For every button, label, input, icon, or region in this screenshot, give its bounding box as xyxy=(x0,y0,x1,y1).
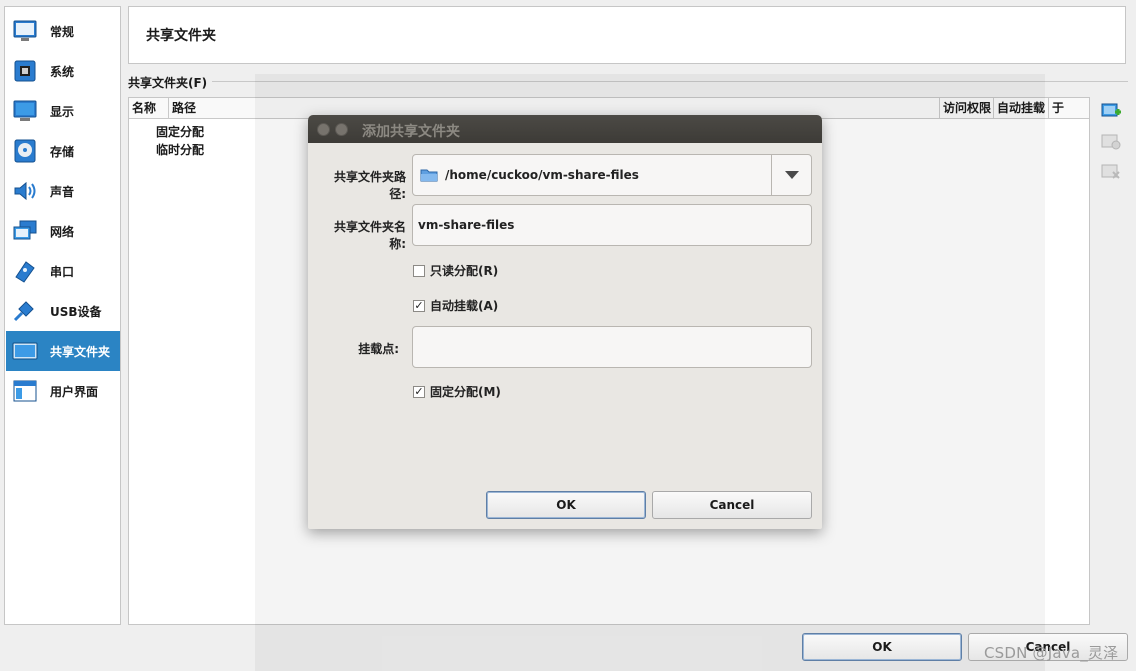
automount-checkbox-box[interactable]: ✓ xyxy=(413,299,425,312)
sidebar-item-label: 常规 xyxy=(50,24,75,39)
permanent-label: 固定分配(M) xyxy=(430,385,501,399)
sidebar-item-label: 存储 xyxy=(50,144,75,159)
page-title: 共享文件夹 xyxy=(146,28,216,44)
close-window-button[interactable] xyxy=(317,123,330,136)
sidebar-item-label: 用户界面 xyxy=(50,384,99,399)
path-label: 共享文件夹路径: xyxy=(333,170,406,201)
dialog-cancel-button[interactable]: Cancel xyxy=(652,491,812,519)
sidebar-item-label: 共享文件夹 xyxy=(50,344,111,359)
dialog-title: 添加共享文件夹 xyxy=(362,124,460,140)
dialog-ok-button[interactable]: OK xyxy=(486,491,646,519)
folder-name-input[interactable]: vm-share-files xyxy=(412,204,812,246)
sidebar-item-network[interactable]: 网络 xyxy=(6,211,120,251)
readonly-label: 只读分配(R) xyxy=(430,264,499,278)
permanent-checkbox-box[interactable]: ✓ xyxy=(413,385,425,398)
sidebar-item-user-interface[interactable]: 用户界面 xyxy=(6,371,120,411)
folder-name-value: vm-share-files xyxy=(418,218,515,232)
sidebar-item-label: 声音 xyxy=(50,184,75,199)
edit-folder-icon[interactable] xyxy=(1100,131,1122,153)
add-shared-folder-dialog: 添加共享文件夹 共享文件夹路径: /home/cuckoo/vm-share-f… xyxy=(308,115,822,529)
sidebar-item-display[interactable]: 显示 xyxy=(6,91,120,131)
network-icon xyxy=(13,220,37,240)
sidebar-item-label: 显示 xyxy=(50,104,75,119)
name-label: 共享文件夹名称: xyxy=(333,220,406,251)
sidebar-item-serial-port[interactable]: 串口 xyxy=(6,251,120,291)
usb-icon xyxy=(13,301,34,322)
add-folder-icon[interactable] xyxy=(1100,100,1122,122)
sidebar-item-label: 系统 xyxy=(50,64,75,79)
sidebar-item-audio[interactable]: 声音 xyxy=(6,171,120,211)
folder-path-combo[interactable]: /home/cuckoo/vm-share-files xyxy=(412,154,812,196)
folder-icon xyxy=(420,169,438,182)
sidebar-item-usb[interactable]: USB设备 xyxy=(6,291,120,331)
sidebar-item-general[interactable]: 常规 xyxy=(6,11,120,51)
watermark: CSDN @Java_灵泽 xyxy=(984,644,1119,662)
tree-item-permanent[interactable]: 固定分配 xyxy=(156,123,204,140)
readonly-checkbox[interactable]: 只读分配(R) xyxy=(413,262,498,279)
minimize-window-button[interactable] xyxy=(335,123,348,136)
chevron-down-icon xyxy=(784,171,799,179)
shared-folders-icon xyxy=(12,342,38,360)
mountpoint-label: 挂载点: xyxy=(358,342,399,356)
display-icon xyxy=(13,100,37,121)
sidebar-item-label: 串口 xyxy=(50,264,75,279)
tree-item-transient[interactable]: 临时分配 xyxy=(156,141,204,158)
shared-folders-group-label: 共享文件夹(F) xyxy=(128,76,208,90)
ok-button[interactable]: OK xyxy=(802,633,962,661)
audio-icon xyxy=(14,181,36,201)
page-header: 共享文件夹 xyxy=(128,6,1126,64)
dialog-titlebar[interactable]: 添加共享文件夹 xyxy=(308,115,822,143)
storage-icon xyxy=(14,139,36,163)
column-header-name[interactable]: 名称 xyxy=(129,98,169,119)
sidebar-item-system[interactable]: 系统 xyxy=(6,51,120,91)
sidebar-item-label: USB设备 xyxy=(50,304,102,319)
settings-sidebar: 常规 系统 显示 存储 声音 网络 串口 USB设备 共享文件夹 用户界面 xyxy=(4,6,121,625)
column-header-at[interactable]: 于 xyxy=(1049,98,1089,119)
path-dropdown-button[interactable] xyxy=(771,155,811,195)
serial-port-icon xyxy=(15,261,35,283)
system-icon xyxy=(14,60,36,82)
sidebar-item-shared-folders[interactable]: 共享文件夹 xyxy=(6,331,120,371)
permanent-checkbox[interactable]: ✓ 固定分配(M) xyxy=(413,383,501,400)
automount-label: 自动挂载(A) xyxy=(430,299,499,313)
remove-folder-icon[interactable] xyxy=(1100,161,1122,183)
sidebar-item-label: 网络 xyxy=(50,224,75,239)
readonly-checkbox-box[interactable] xyxy=(413,264,425,277)
user-interface-icon xyxy=(13,380,37,402)
sidebar-item-storage[interactable]: 存储 xyxy=(6,131,120,171)
folder-path-value: /home/cuckoo/vm-share-files xyxy=(445,168,639,182)
mountpoint-input[interactable] xyxy=(412,326,812,368)
general-icon xyxy=(13,20,37,41)
automount-checkbox[interactable]: ✓ 自动挂载(A) xyxy=(413,297,498,314)
